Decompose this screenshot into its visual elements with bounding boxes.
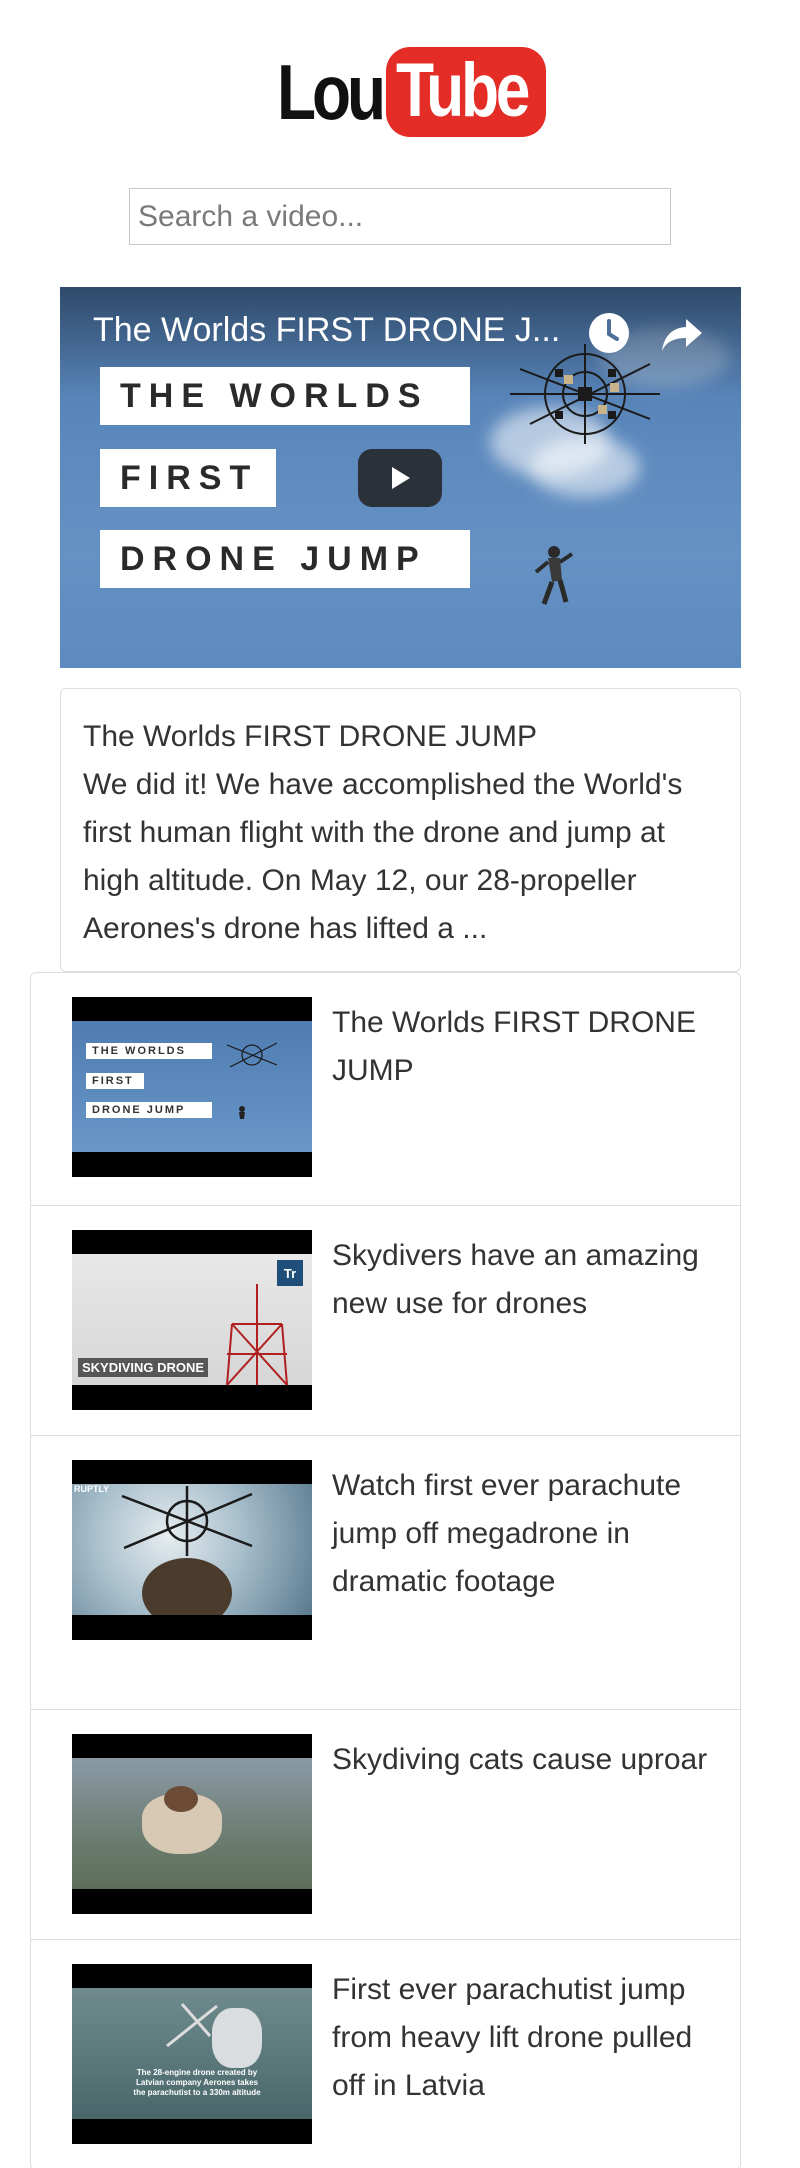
video-title-card-1: THE WORLDS: [100, 367, 470, 425]
logo-text-tube: Tube: [386, 47, 546, 137]
thumb-watermark: RUPTLY: [74, 1484, 110, 1494]
video-thumbnail[interactable]: The 28-engine drone created by Latvian c…: [72, 1964, 312, 2144]
list-item[interactable]: The 28-engine drone created by Latvian c…: [31, 1939, 740, 2168]
video-thumbnail[interactable]: Tr SKYDIVING DRONE: [72, 1230, 312, 1410]
play-icon: [392, 467, 410, 489]
search-input[interactable]: [129, 188, 671, 245]
description-title: The Worlds FIRST DRONE JUMP: [83, 720, 537, 753]
video-title[interactable]: Skydiving cats cause uproar: [332, 1734, 707, 1915]
video-list: THE WORLDS FIRST DRONE JUMP The Worlds F…: [30, 972, 741, 2168]
video-title[interactable]: First ever parachutist jump from heavy l…: [332, 1964, 716, 2145]
thumb-caption-line: Latvian company Aerones takes: [136, 2078, 258, 2087]
list-item[interactable]: Tr SKYDIVING DRONE Skydivers have an ama…: [31, 1205, 740, 1435]
list-item[interactable]: Skydiving cats cause uproar: [31, 1709, 740, 1939]
play-button[interactable]: [358, 449, 442, 507]
logo-text-lou: Lou: [277, 48, 386, 136]
drone-graphic: [510, 344, 660, 444]
video-title-card-3: DRONE JUMP: [100, 530, 470, 588]
video-title[interactable]: Watch first ever parachute jump off mega…: [332, 1460, 716, 1685]
video-title[interactable]: Skydivers have an amazing new use for dr…: [332, 1230, 716, 1411]
thumb-card-text: THE WORLDS: [86, 1043, 212, 1059]
app-logo[interactable]: Lou Tube: [0, 40, 800, 144]
skydiver-graphic: [534, 546, 574, 605]
thumb-card-text: DRONE JUMP: [86, 1102, 212, 1118]
video-thumbnail[interactable]: [72, 1734, 312, 1914]
thumb-badge: Tr: [277, 1260, 303, 1286]
thumb-caption-line: the parachutist to a 330m altitude: [133, 2088, 261, 2097]
thumb-caption: SKYDIVING DRONE: [78, 1358, 209, 1377]
video-description-panel: The Worlds FIRST DRONE JUMP We did it! W…: [60, 688, 741, 972]
list-item[interactable]: THE WORLDS FIRST DRONE JUMP The Worlds F…: [31, 973, 740, 1205]
video-title-card-2: FIRST: [100, 449, 276, 507]
video-thumbnail[interactable]: RUPTLY: [72, 1460, 312, 1640]
description-text: We did it! We have accomplished the Worl…: [83, 768, 683, 945]
list-item[interactable]: RUPTLY Watch first ever parachute jump o…: [31, 1435, 740, 1709]
player-title[interactable]: The Worlds FIRST DRONE J...: [93, 311, 560, 350]
video-title[interactable]: The Worlds FIRST DRONE JUMP: [332, 997, 716, 1181]
video-player[interactable]: The Worlds FIRST DRONE J... THE WORLDS F…: [60, 287, 741, 668]
thumb-card-text: FIRST: [86, 1073, 144, 1089]
video-thumbnail[interactable]: THE WORLDS FIRST DRONE JUMP: [72, 997, 312, 1177]
thumb-caption-line: The 28-engine drone created by: [136, 2068, 258, 2077]
